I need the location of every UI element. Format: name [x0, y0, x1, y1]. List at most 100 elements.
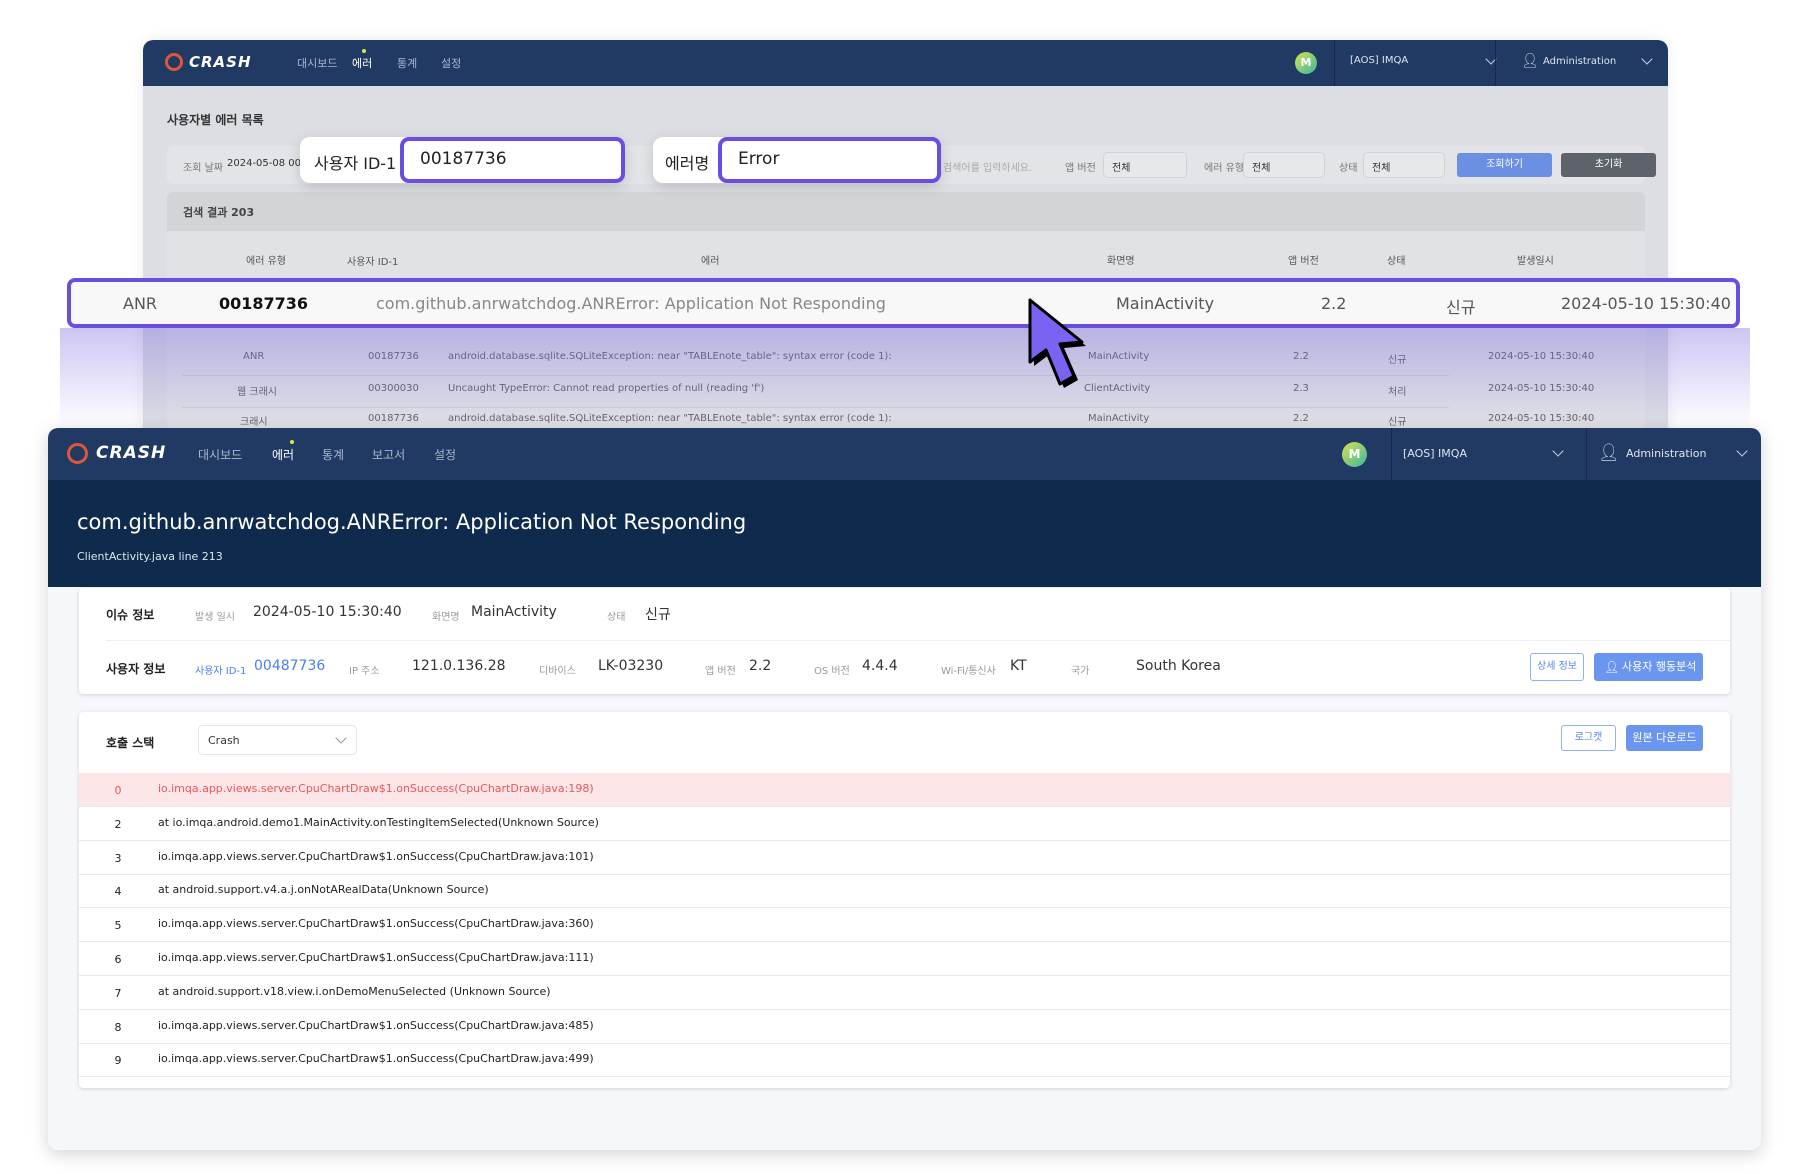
stack-type-select[interactable]: Crash — [198, 725, 357, 755]
user-icon: 👤︎ — [1604, 660, 1620, 674]
cell-screen: MainActivity — [1116, 294, 1215, 313]
chevron-down-icon[interactable] — [1552, 445, 1564, 457]
os-value: 4.4.4 — [862, 658, 898, 674]
col-header: 사용자 ID-1 — [347, 257, 399, 268]
user-id-link[interactable]: 00487736 — [254, 658, 325, 674]
user-behavior-button[interactable]: 👤︎ 사용자 행동분석 — [1594, 653, 1703, 681]
status-select[interactable]: 전체 — [1363, 152, 1445, 178]
nav-error[interactable]: 에러 — [352, 55, 372, 71]
nav-settings[interactable]: 설정 — [441, 55, 461, 71]
cell-status: 신규 — [1446, 298, 1476, 317]
nav-reports[interactable]: 보고서 — [372, 446, 405, 463]
ip-value: 121.0.136.28 — [412, 658, 506, 674]
select-value: Crash — [208, 734, 240, 747]
chevron-down-icon[interactable] — [1736, 445, 1748, 457]
stack-row[interactable]: 5 io.imqa.app.views.server.CpuChartDraw$1… — [79, 908, 1730, 943]
table-row[interactable]: 웹 크래시 00300030 Uncaught TypeError: Canno… — [182, 376, 1594, 408]
cell: 크래시 — [240, 417, 268, 428]
divider — [1586, 428, 1587, 480]
search-button[interactable]: 조회하기 — [1457, 153, 1552, 177]
stack-row[interactable]: 3 io.imqa.app.views.server.CpuChartDraw$1… — [79, 841, 1730, 875]
result-table: 에러 유형 사용자 ID-1 에러 화면명 앱 버전 상태 발생일시 ANR 0… — [167, 231, 1645, 440]
stack-row[interactable]: 7 at android.support.v18.view.i.onDemoMen… — [79, 976, 1730, 1010]
user-icon: 👤︎ — [1598, 443, 1620, 463]
frame-index: 8 — [114, 1020, 122, 1034]
col-header: 앱 버전 — [1288, 256, 1319, 267]
field-label: 앱 버전 — [705, 666, 736, 677]
status-label: 상태 — [1339, 163, 1358, 174]
reset-button[interactable]: 초기화 — [1561, 153, 1656, 177]
cell: ANR — [243, 351, 265, 362]
nav-dashboard[interactable]: 대시보드 — [198, 446, 242, 463]
user-id-input[interactable]: 00187736 — [400, 137, 625, 183]
frame-text: io.imqa.app.views.server.CpuChartDraw$1.… — [158, 1018, 594, 1032]
select-value: 전체 — [1112, 163, 1131, 174]
screen-value: MainActivity — [471, 604, 557, 620]
result-count: 검색 결과 203 — [183, 206, 255, 219]
error-type-select[interactable]: 전체 — [1243, 152, 1325, 178]
cell: 처리 — [1388, 387, 1407, 398]
section-label: 이슈 정보 — [106, 608, 155, 622]
page-title: 사용자별 에러 목록 — [167, 113, 264, 127]
col-header: 에러 유형 — [246, 256, 286, 267]
carrier-value: KT — [1010, 658, 1027, 674]
avatar[interactable]: M — [1342, 442, 1367, 467]
nav-error[interactable]: 에러 — [272, 446, 294, 463]
detail-info-button[interactable]: 상세 정보 — [1530, 653, 1584, 681]
cell: 2.2 — [1293, 351, 1309, 362]
search-placeholder[interactable]: 검색어를 입력하세요. — [943, 159, 1032, 174]
stack-row[interactable]: 4 at android.support.v4.a.j.onNotARealDat… — [79, 874, 1730, 909]
error-type-label: 에러 유형 — [1204, 163, 1244, 174]
col-header: 발생일시 — [1517, 256, 1554, 267]
cell: 신규 — [1388, 417, 1407, 428]
cell: 00300030 — [368, 383, 419, 394]
frame-index: 5 — [114, 919, 122, 933]
error-name-label: 에러명 — [665, 154, 710, 173]
frame-index: 0 — [114, 784, 122, 797]
stack-row[interactable]: 0 io.imqa.app.views.server.CpuChartDraw$1… — [79, 773, 1730, 807]
stack-row[interactable]: 8 io.imqa.app.views.server.CpuChartDraw$1… — [79, 1010, 1730, 1044]
stack-row[interactable]: 9 io.imqa.app.views.server.CpuChartDraw$1… — [79, 1043, 1730, 1078]
logcat-button[interactable]: 로그캣 — [1561, 725, 1616, 751]
frame-index: 3 — [114, 851, 122, 865]
nav-stats[interactable]: 통계 — [397, 55, 417, 71]
cell-user: 00187736 — [219, 294, 309, 313]
project-select[interactable]: [AOS] IMQA — [1350, 55, 1408, 66]
error-name-input[interactable]: Error — [718, 137, 941, 183]
call-stack-card: 호출 스택 Crash 로그캣 원본 다운로드 0 io.imqa.app.vie… — [79, 712, 1730, 1088]
user-icon: 👤︎ — [1521, 53, 1539, 69]
field-label: 상태 — [607, 612, 626, 623]
nav-dashboard[interactable]: 대시보드 — [297, 55, 337, 71]
user-id-label: 사용자 ID-1 — [314, 154, 397, 173]
nav-stats[interactable]: 통계 — [322, 446, 344, 463]
cell: 신규 — [1388, 355, 1407, 366]
cell: 2.2 — [1293, 413, 1309, 424]
cell: MainActivity — [1088, 351, 1150, 362]
logo-text: CRASH — [96, 443, 167, 463]
error-name-callout: 에러명 Error — [653, 137, 941, 183]
chevron-down-icon[interactable] — [1641, 53, 1653, 65]
user-menu[interactable]: Administration — [1543, 56, 1616, 67]
issue-header: com.github.anrwatchdog.ANRError: Applica… — [48, 480, 1761, 587]
active-dot — [362, 49, 366, 53]
project-select[interactable]: [AOS] IMQA — [1403, 447, 1467, 460]
avatar[interactable]: M — [1295, 52, 1317, 74]
divider — [1334, 40, 1335, 86]
error-detail-window: CRASH 대시보드 에러 통계 보고서 설정 M [AOS] IMQA 👤︎ … — [48, 428, 1761, 1150]
table-row[interactable]: ANR 00187736 android.database.sqlite.SQL… — [182, 344, 1594, 376]
cell: 2024-05-10 15:30:40 — [1488, 383, 1595, 394]
date-input[interactable]: 2024-05-08 00 — [227, 158, 301, 169]
app-version-select[interactable]: 전체 — [1103, 152, 1187, 178]
user-menu[interactable]: Administration — [1626, 447, 1707, 460]
nav-settings[interactable]: 설정 — [434, 446, 456, 463]
frame-text: at android.support.v4.a.j.onNotARealData… — [158, 883, 489, 897]
cell: Uncaught TypeError: Cannot read properti… — [448, 383, 765, 394]
stack-row[interactable]: 2 at io.imqa.android.demo1.MainActivity.o… — [79, 807, 1730, 841]
highlighted-table-row[interactable]: ANR 00187736 com.github.anrwatchdog.ANRE… — [67, 278, 1740, 328]
field-label: IP 주소 — [349, 666, 380, 677]
field-label: OS 버전 — [814, 666, 850, 677]
frame-index: 2 — [114, 817, 122, 831]
field-label: 발생 일시 — [195, 612, 235, 623]
stack-row[interactable]: 6 io.imqa.app.views.server.CpuChartDraw$1… — [79, 942, 1730, 976]
download-original-button[interactable]: 원본 다운로드 — [1626, 725, 1703, 751]
